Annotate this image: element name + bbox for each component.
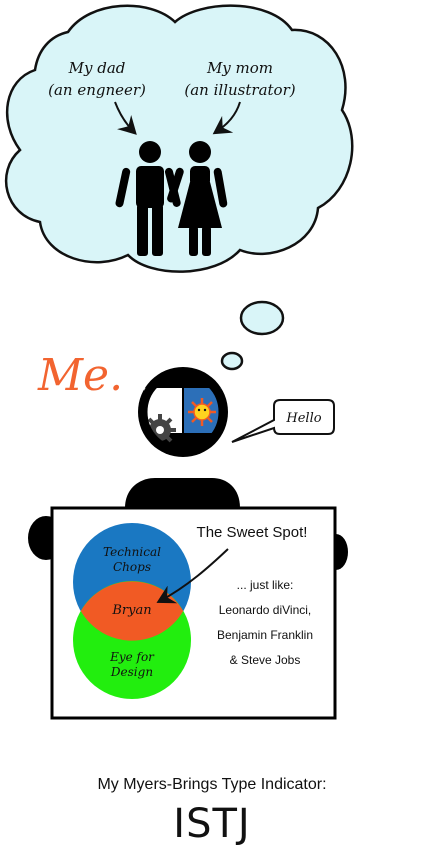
mbti-type: ISTJ	[173, 801, 251, 847]
speech-text: Hello	[285, 411, 321, 426]
illustration: My dad (an engneer) My mom (an illustrat…	[4, 4, 354, 720]
venn-bottom-line1: Eye for	[109, 650, 155, 664]
thought-bubble-small	[220, 351, 244, 371]
thought-bubble-large	[239, 300, 285, 336]
head	[138, 367, 228, 457]
sun-illustration	[188, 398, 216, 426]
venn-top-line1: Technical	[103, 545, 161, 559]
person-jobs: & Steve Jobs	[230, 653, 301, 667]
person-leonardo: Leonardo diVinci,	[219, 603, 312, 617]
thought-cloud	[4, 4, 354, 273]
me-label: Me.	[37, 350, 123, 401]
sweet-spot-label: The Sweet Spot!	[197, 524, 308, 541]
dad-label-line1: My dad	[68, 59, 126, 77]
venn-diagram: Technical Chops Bryan Eye for Design	[73, 523, 191, 699]
venn-top-line2: Chops	[113, 560, 151, 574]
person-shoulders	[125, 478, 240, 508]
dad-label-line2: (an engneer)	[48, 81, 146, 99]
person-franklin: Benjamin Franklin	[217, 628, 313, 642]
venn-center-label: Bryan	[111, 603, 151, 618]
mom-label-line1: My mom	[206, 59, 273, 77]
mbti-label: My Myers-Brings Type Indicator:	[97, 776, 327, 793]
venn-bottom-line2: Design	[110, 665, 153, 679]
mom-label-line2: (an illustrator)	[184, 81, 295, 99]
speech-bubble: Hello	[231, 399, 335, 443]
just-like-label: ... just like:	[237, 578, 294, 592]
